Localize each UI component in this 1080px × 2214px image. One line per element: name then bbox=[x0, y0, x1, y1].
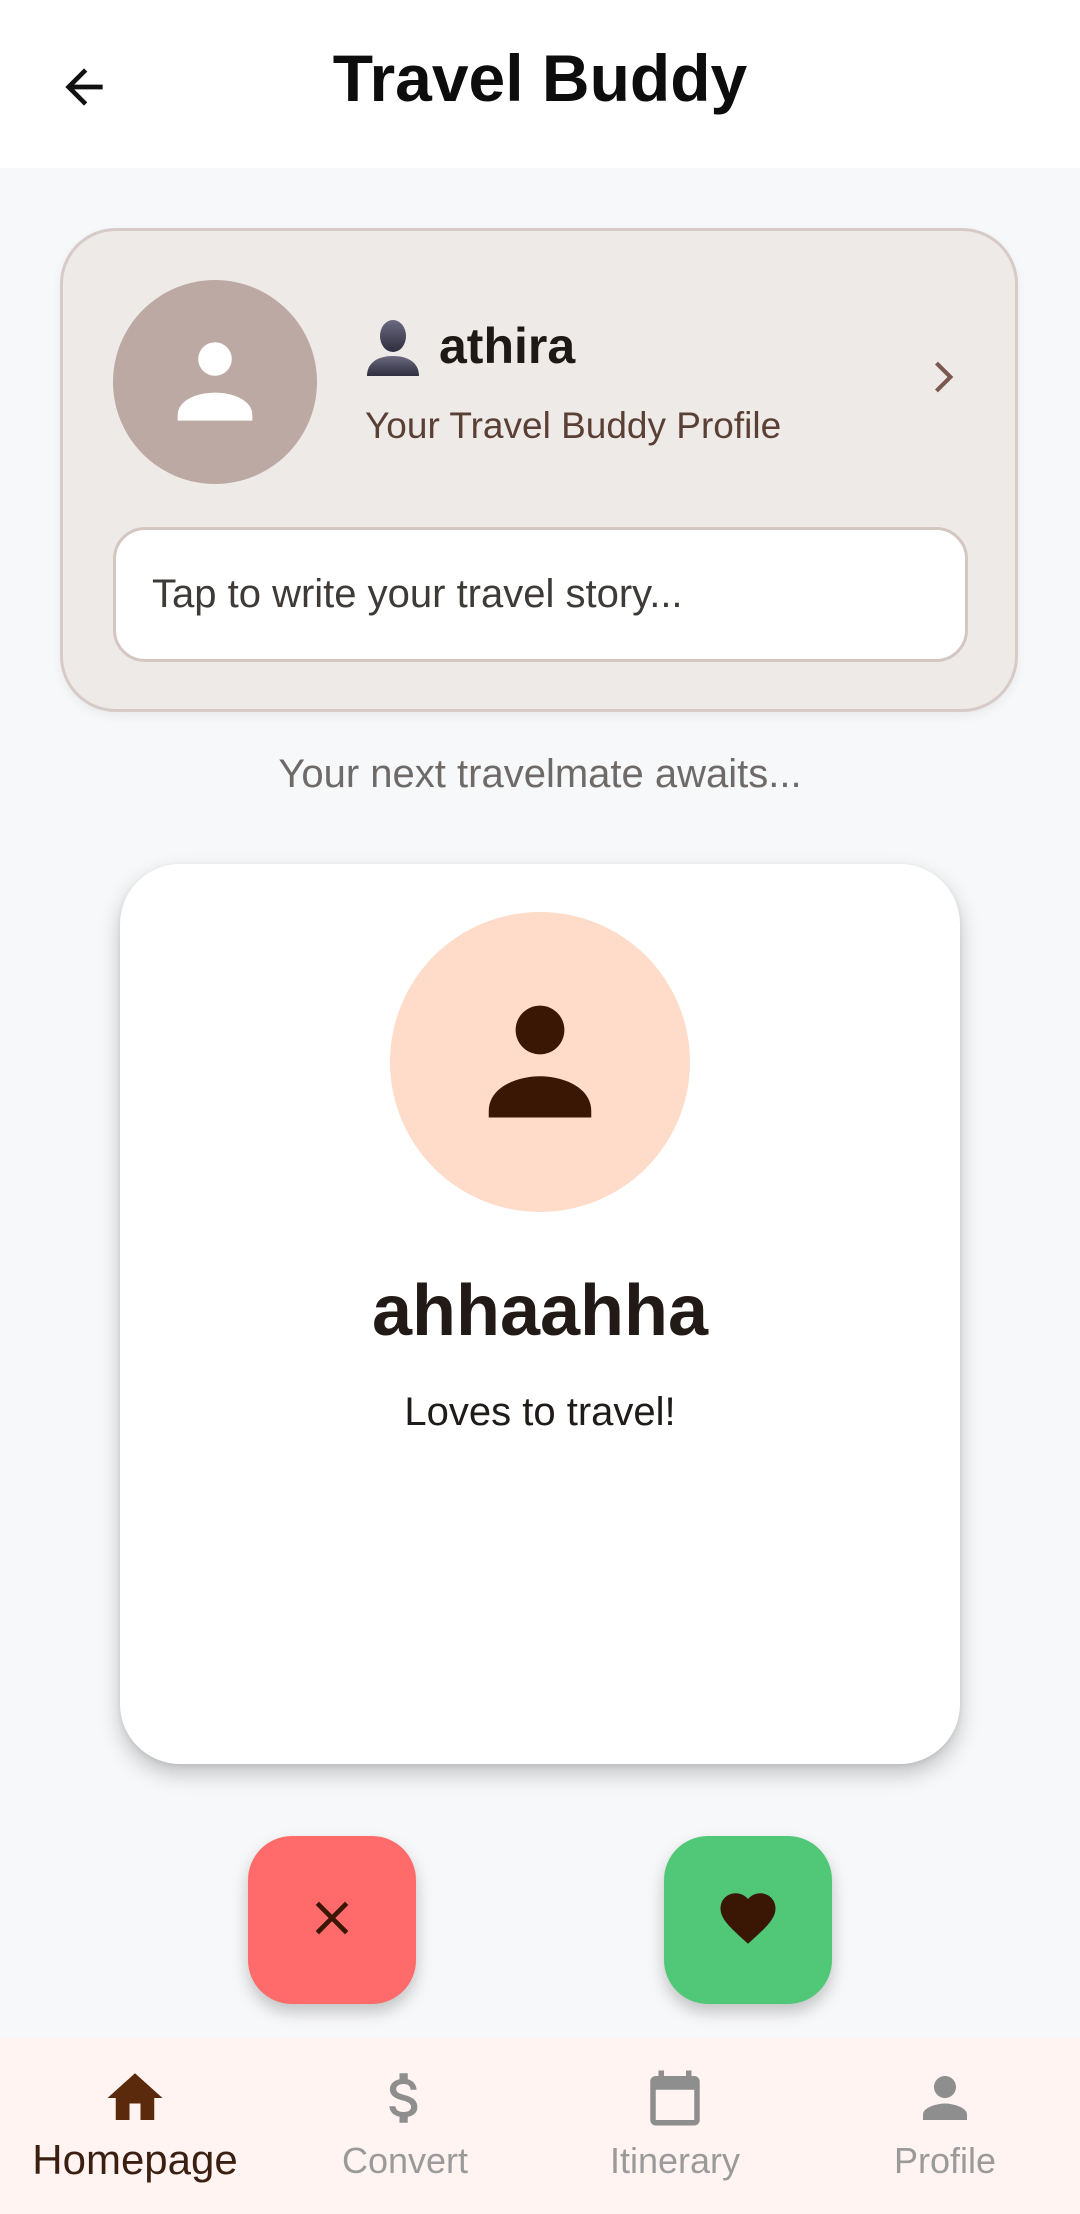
like-button[interactable] bbox=[664, 1836, 832, 2004]
chevron-right-icon bbox=[920, 352, 970, 407]
bottom-navigation: Homepage Convert Itinerary Profile bbox=[0, 2038, 1080, 2214]
nav-item-profile[interactable]: Profile bbox=[810, 2038, 1080, 2214]
profile-subtitle: Your Travel Buddy Profile bbox=[365, 405, 782, 446]
nav-label: Homepage bbox=[32, 2136, 238, 2183]
app-bar: Travel Buddy bbox=[0, 0, 1080, 168]
travelmate-bio: Loves to travel! bbox=[404, 1390, 676, 1434]
travelmate-card[interactable]: ahhaahha Loves to travel! bbox=[120, 864, 960, 1764]
my-profile-avatar bbox=[113, 280, 317, 484]
calendar-icon bbox=[639, 2062, 711, 2134]
nav-label: Itinerary bbox=[609, 2140, 741, 2181]
heart-icon bbox=[715, 1885, 781, 1956]
nav-item-itinerary[interactable]: Itinerary bbox=[540, 2038, 810, 2214]
nav-item-convert[interactable]: Convert bbox=[270, 2038, 540, 2214]
nav-label: Profile bbox=[893, 2140, 997, 2181]
profile-chevron-button[interactable] bbox=[915, 349, 975, 409]
profile-name: athira bbox=[439, 318, 576, 374]
home-icon bbox=[99, 2062, 171, 2134]
person-icon bbox=[465, 985, 615, 1140]
close-icon bbox=[304, 1890, 360, 1951]
travel-story-input[interactable]: Tap to write your travel story... bbox=[113, 527, 968, 662]
person-icon bbox=[159, 324, 271, 441]
nav-item-homepage[interactable]: Homepage bbox=[0, 2038, 270, 2214]
next-travelmate-caption: Your next travelmate awaits... bbox=[278, 752, 802, 796]
person-icon bbox=[909, 2062, 981, 2134]
my-profile-card[interactable]: athira Your Travel Buddy Profile Tap to … bbox=[60, 228, 1018, 712]
bust-silhouette-icon bbox=[365, 316, 421, 376]
profile-name-row: athira bbox=[365, 316, 575, 376]
reject-button[interactable] bbox=[248, 1836, 416, 2004]
app-title: Travel Buddy bbox=[332, 41, 748, 115]
dollar-icon bbox=[369, 2062, 441, 2134]
travelmate-name: ahhaahha bbox=[371, 1271, 709, 1351]
travelmate-avatar bbox=[390, 912, 690, 1212]
nav-label: Convert bbox=[341, 2140, 469, 2181]
